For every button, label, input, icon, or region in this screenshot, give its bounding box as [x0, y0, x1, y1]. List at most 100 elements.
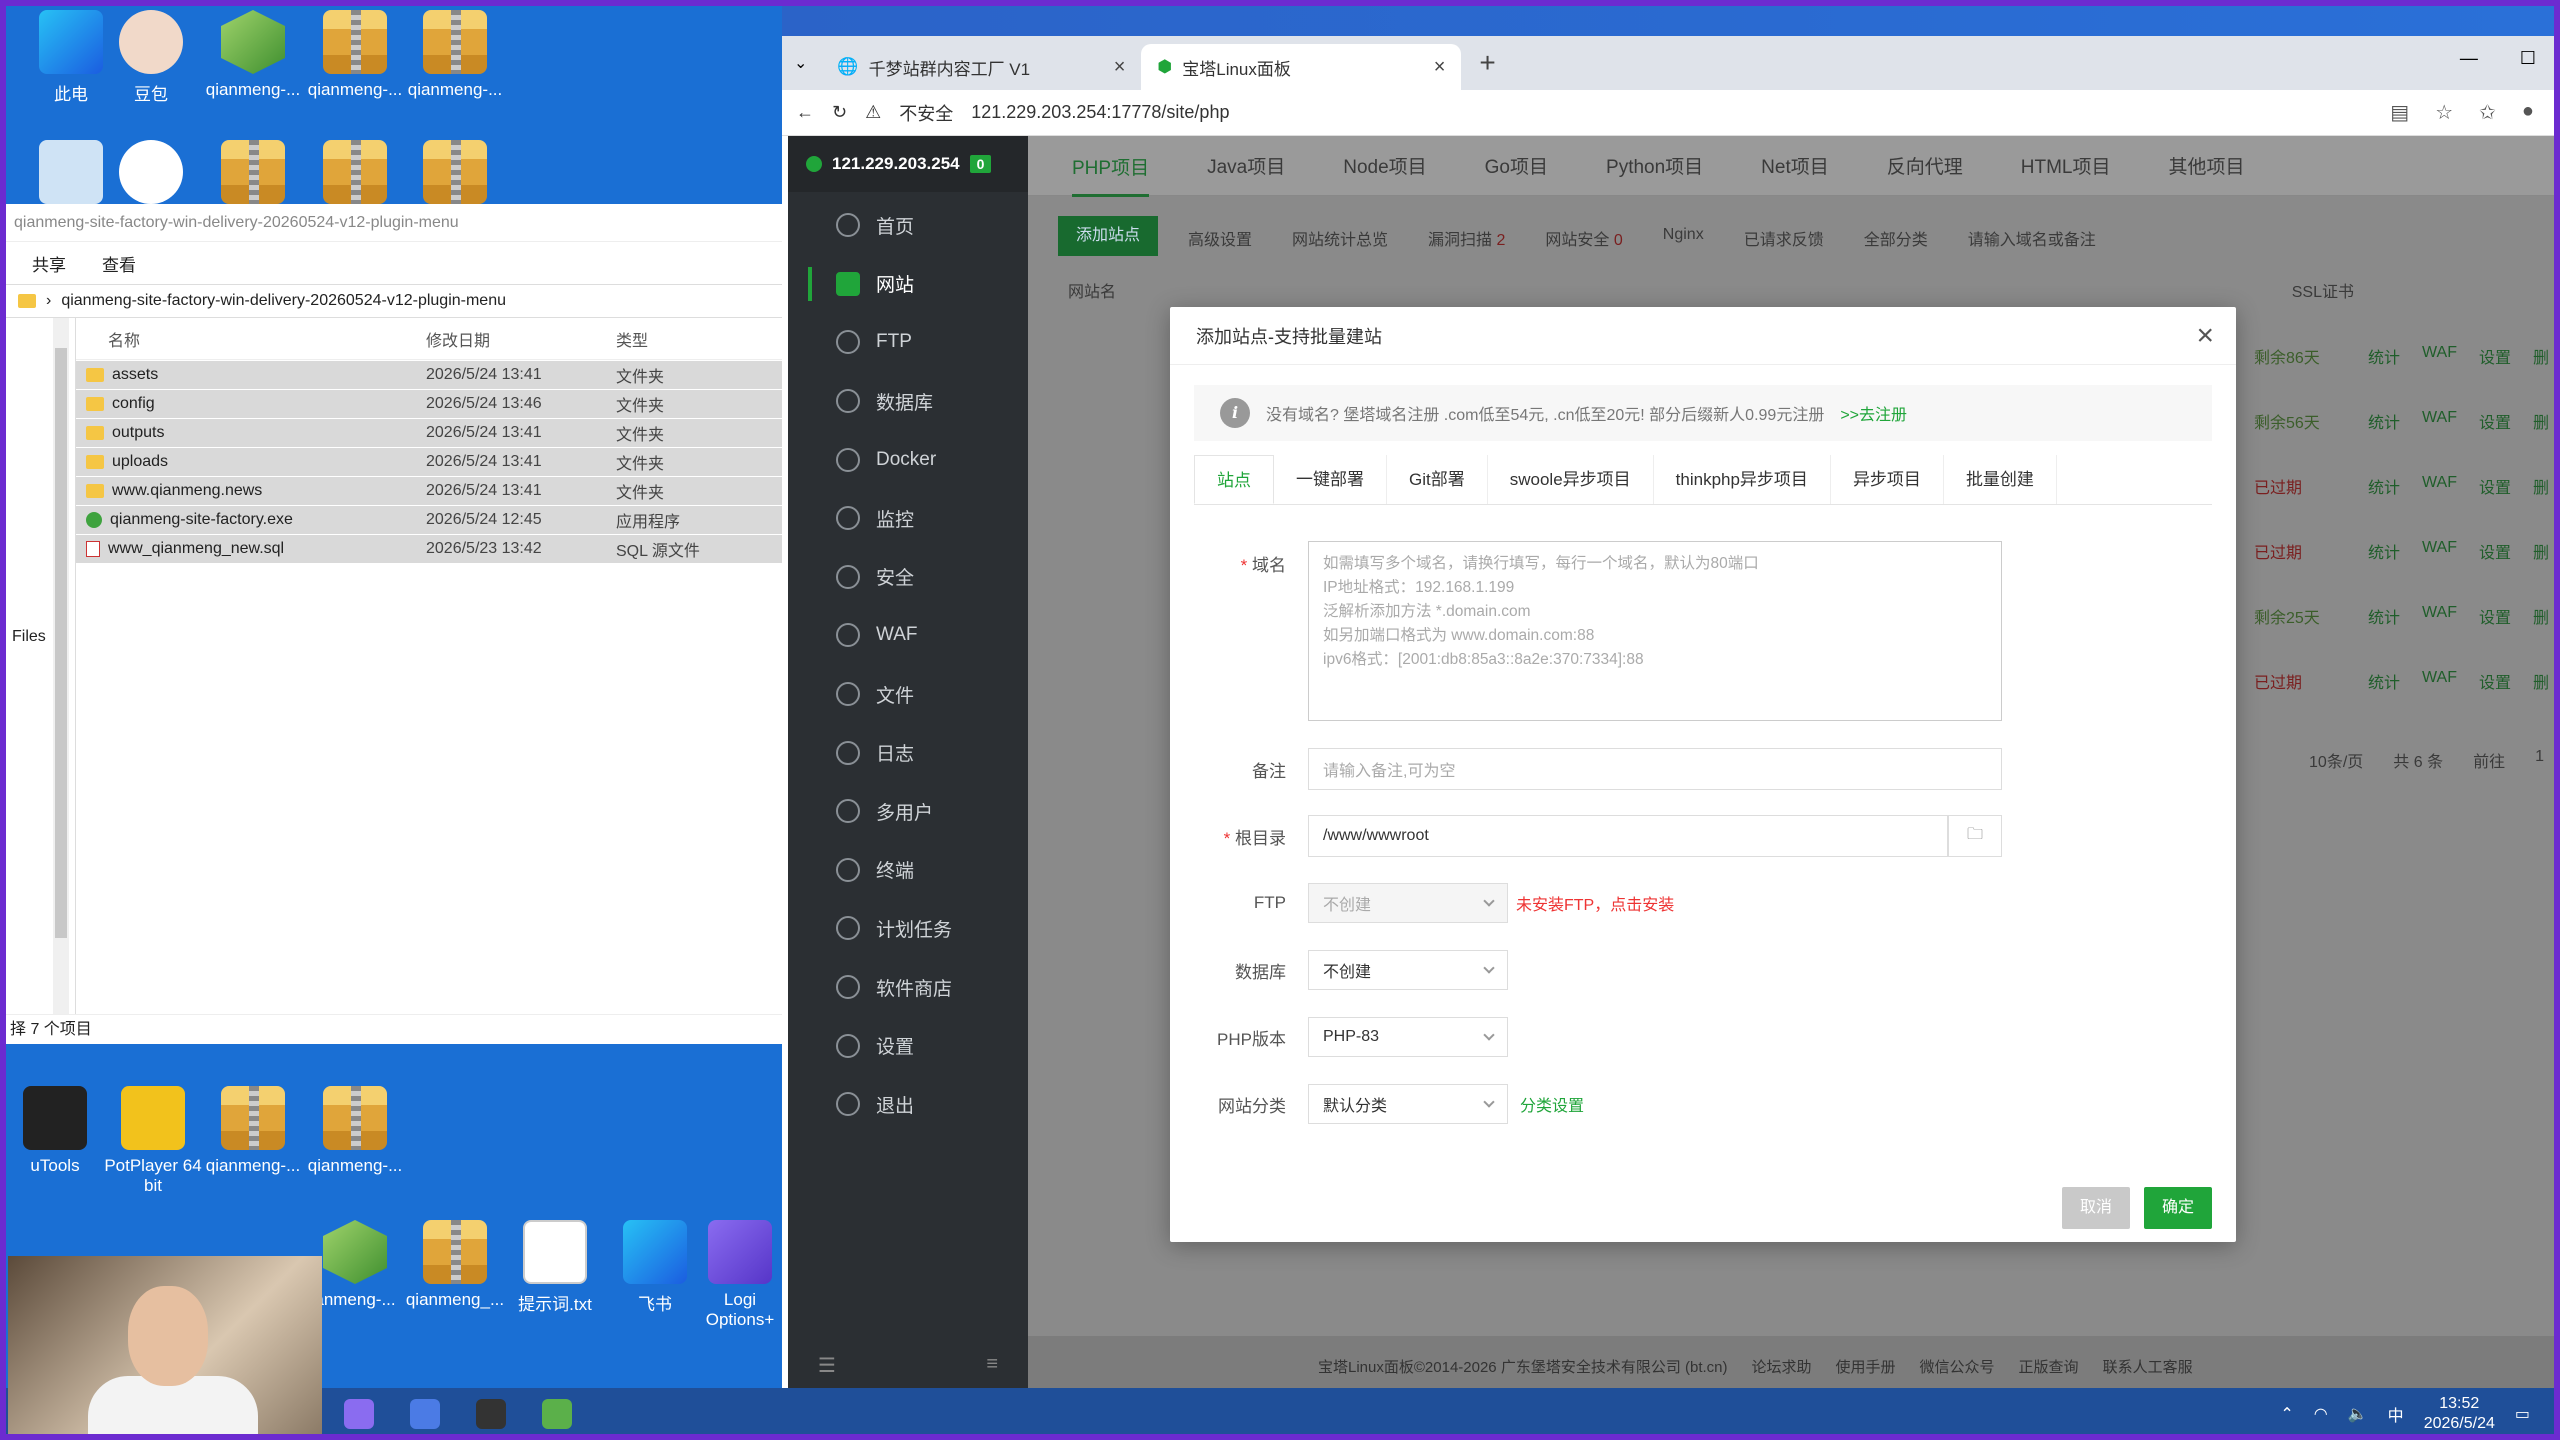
close-tab-icon[interactable]: × [1434, 56, 1446, 79]
manual-link[interactable]: 使用手册 [1836, 1356, 1896, 1377]
category-settings-link[interactable]: 分类设置 [1520, 1092, 1584, 1116]
php-version-select[interactable]: PHP-83 [1308, 1017, 1508, 1057]
file-row[interactable]: assets 2026/5/24 13:41 文件夹 [76, 361, 782, 389]
desktop-icon-qianmeng-5[interactable]: qianmeng-... [300, 1086, 410, 1176]
close-tab-icon[interactable]: × [1114, 56, 1126, 79]
sidebar-item-users[interactable]: 多用户 [788, 782, 1028, 841]
ftp-select[interactable]: 不创建 [1308, 883, 1508, 923]
star-icon[interactable]: ☆ [2435, 100, 2453, 125]
tab-async[interactable]: 异步项目 [1831, 455, 1944, 504]
minimize-icon[interactable]: — [2460, 48, 2478, 69]
menu-icon[interactable]: ≡ [986, 1353, 998, 1378]
sidebar-item-logs[interactable]: 日志 [788, 723, 1028, 782]
taskbar-app-icon[interactable] [344, 1399, 374, 1429]
menu-share[interactable]: 共享 [32, 251, 66, 276]
desktop-icon-potplayer[interactable]: PotPlayer 64 bit [98, 1086, 208, 1196]
vuln-scan[interactable]: 漏洞扫描 2 [1428, 226, 1505, 250]
site-row[interactable]: 剩余86天 统计 WAF 设置删 [2254, 344, 2554, 368]
install-ftp-link[interactable]: 未安装FTP，点击安装 [1516, 891, 1674, 915]
sidebar-item-home[interactable]: 首页 [788, 196, 1028, 255]
tab-proxy[interactable]: 反向代理 [1887, 152, 1963, 179]
sidebar-item-logout[interactable]: 退出 [788, 1075, 1028, 1134]
page-input[interactable]: 1 [2535, 748, 2544, 772]
reload-icon[interactable]: ↻ [832, 102, 847, 123]
desktop-icon-qianmeng-3[interactable]: qianmeng-... [400, 10, 510, 100]
taskbar-app-icon[interactable] [410, 1399, 440, 1429]
register-link[interactable]: >>去注册 [1840, 401, 1907, 425]
file-row[interactable]: config 2026/5/24 13:46 文件夹 [76, 390, 782, 418]
tab-go[interactable]: Go项目 [1485, 152, 1548, 179]
nginx-status[interactable]: Nginx [1663, 226, 1704, 250]
sidebar-item-monitor[interactable]: 监控 [788, 489, 1028, 548]
desktop-icon-zip-c[interactable] [400, 140, 510, 210]
tab-thinkphp[interactable]: thinkphp异步项目 [1654, 455, 1831, 504]
support-link[interactable]: 联系人工客服 [2103, 1356, 2193, 1377]
url-field[interactable]: 121.229.203.254:17778/site/php [971, 102, 1229, 123]
desktop-icon-doubao[interactable]: 豆包 [96, 10, 206, 105]
site-row[interactable]: 已过期 统计 WAF 设置删 [2254, 539, 2554, 563]
category-filter[interactable]: 全部分类 [1864, 226, 1928, 250]
tab-list-chevron-icon[interactable]: ⌄ [794, 53, 821, 73]
profile-icon[interactable]: ● [2522, 100, 2534, 125]
root-dir-input[interactable]: /www/wwwroot [1308, 815, 1948, 857]
favorites-icon[interactable]: ✩ [2479, 100, 2496, 125]
desktop-icon-logi[interactable]: Logi Options+ [700, 1220, 780, 1330]
desktop-icon-utools[interactable]: uTools [0, 1086, 110, 1176]
maximize-icon[interactable]: ☐ [2520, 48, 2536, 69]
tab-python[interactable]: Python项目 [1606, 152, 1703, 179]
sidebar-item-waf[interactable]: WAF [788, 606, 1028, 665]
tab-site[interactable]: 站点 [1194, 455, 1274, 504]
database-select[interactable]: 不创建 [1308, 950, 1508, 990]
sidebar-item-settings[interactable]: 设置 [788, 1016, 1028, 1075]
file-row[interactable]: www.qianmeng.news 2026/5/24 13:41 文件夹 [76, 477, 782, 505]
sidebar-item-ftp[interactable]: FTP [788, 313, 1028, 372]
site-search-input[interactable]: 请输入域名或备注 [1968, 226, 2096, 250]
confirm-button[interactable]: 确定 [2144, 1187, 2213, 1229]
tab-java[interactable]: Java项目 [1207, 152, 1285, 179]
advanced-settings[interactable]: 高级设置 [1188, 226, 1252, 250]
desktop-icon-feishu[interactable]: 飞书 [600, 1220, 710, 1315]
feedback-link[interactable]: 已请求反馈 [1744, 226, 1824, 250]
tab-node[interactable]: Node项目 [1343, 152, 1426, 179]
desktop-icon-qianmeng-4[interactable]: qianmeng-... [198, 1086, 308, 1176]
reader-icon[interactable]: ▤ [2390, 100, 2409, 125]
site-row[interactable]: 剩余25天 统计 WAF 设置删 [2254, 604, 2554, 628]
collapse-icon[interactable]: ☰ [818, 1353, 836, 1378]
wechat-link[interactable]: 微信公众号 [1920, 1356, 1995, 1377]
browser-tab-2[interactable]: ⬢ 宝塔Linux面板 × [1141, 44, 1462, 90]
sidebar-item-docker[interactable]: Docker [788, 430, 1028, 489]
sidebar-item-store[interactable]: 软件商店 [788, 958, 1028, 1017]
file-row[interactable]: uploads 2026/5/24 13:41 文件夹 [76, 448, 782, 476]
cancel-button[interactable]: 取消 [2062, 1187, 2131, 1229]
forum-link[interactable]: 论坛求助 [1752, 1356, 1812, 1377]
nav-scrollbar[interactable] [53, 318, 69, 1014]
column-type[interactable]: 类型 [616, 327, 648, 351]
page-size-select[interactable]: 10条/页 [2309, 748, 2363, 772]
desktop-icon-baidu[interactable] [96, 140, 206, 210]
file-row[interactable]: outputs 2026/5/24 13:41 文件夹 [76, 419, 782, 447]
tab-php[interactable]: PHP项目 [1072, 153, 1150, 197]
tab-batch[interactable]: 批量创建 [1944, 455, 2057, 504]
ime-indicator[interactable]: 中 [2388, 1402, 2404, 1426]
site-row[interactable]: 已过期 统计 WAF 设置删 [2254, 474, 2554, 498]
tab-html[interactable]: HTML项目 [2021, 152, 2111, 179]
browser-tab-1[interactable]: 🌐 千梦站群内容工厂 V1 × [821, 44, 1141, 90]
taskbar-app-icon[interactable] [476, 1399, 506, 1429]
security-label[interactable]: 不安全 [899, 100, 953, 126]
desktop-icon-zip-a[interactable] [198, 140, 308, 210]
tab-git[interactable]: Git部署 [1387, 455, 1488, 504]
clock[interactable]: 13:52 2026/5/24 [2424, 1394, 2495, 1434]
tab-net[interactable]: Net项目 [1761, 152, 1829, 179]
desktop-icon-qianmeng-1[interactable]: qianmeng-... [198, 10, 308, 100]
close-icon[interactable]: × [2196, 319, 2214, 353]
notification-icon[interactable]: ▭ [2515, 1404, 2530, 1424]
column-name[interactable]: 名称 [76, 327, 426, 351]
server-info[interactable]: 121.229.203.254 0 [788, 136, 1028, 192]
sidebar-item-security[interactable]: 安全 [788, 548, 1028, 607]
back-arrow-icon[interactable]: ← [796, 102, 814, 123]
new-tab-button[interactable]: + [1461, 47, 1513, 79]
file-row[interactable]: www_qianmeng_new.sql 2026/5/23 13:42 SQL 源… [76, 535, 782, 563]
sidebar-item-files[interactable]: 文件 [788, 665, 1028, 724]
desktop-icon-qianmeng-2[interactable]: qianmeng-... [300, 10, 410, 100]
site-security[interactable]: 网站安全 0 [1545, 226, 1622, 250]
